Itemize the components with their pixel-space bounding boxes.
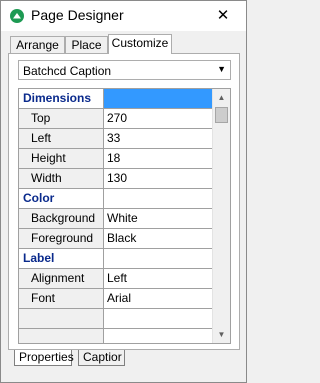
property-row-foreground[interactable]: Foreground Black bbox=[19, 229, 212, 249]
section-dimensions[interactable]: Dimensions bbox=[19, 89, 212, 109]
property-grid: Dimensions Top 270 Left 33 Height 18 Wid… bbox=[18, 88, 231, 344]
bottom-tab-bar: Properties Captior bbox=[8, 350, 240, 368]
property-value: White bbox=[107, 211, 138, 225]
property-name: Foreground bbox=[31, 231, 94, 245]
app-logo-icon bbox=[10, 9, 24, 23]
property-name: Height bbox=[31, 151, 66, 165]
property-row-font[interactable]: Font Arial bbox=[19, 289, 212, 309]
section-value-cell bbox=[104, 89, 212, 108]
section-value-cell bbox=[104, 249, 212, 268]
tab-place[interactable]: Place bbox=[65, 36, 108, 53]
property-row-top[interactable]: Top 270 bbox=[19, 109, 212, 129]
section-label-group[interactable]: Label bbox=[19, 249, 212, 269]
title-bar: Page Designer ✕ bbox=[1, 1, 246, 31]
scroll-up-arrow-icon[interactable]: ▲ bbox=[213, 89, 230, 106]
property-value: 130 bbox=[107, 171, 128, 185]
chevron-down-icon: ▼ bbox=[217, 64, 226, 74]
property-value: Black bbox=[107, 231, 137, 245]
property-value: 270 bbox=[107, 111, 128, 125]
property-value: 18 bbox=[107, 151, 121, 165]
property-name: Left bbox=[31, 131, 52, 145]
scrollbar-thumb[interactable] bbox=[215, 107, 228, 123]
property-name: Alignment bbox=[31, 271, 85, 285]
property-value: Left bbox=[107, 271, 128, 285]
object-selector-dropdown[interactable]: Batchcd Caption ▼ bbox=[18, 60, 231, 80]
section-color[interactable]: Color bbox=[19, 189, 212, 209]
property-row-alignment[interactable]: Alignment Left bbox=[19, 269, 212, 289]
window-title: Page Designer bbox=[31, 7, 124, 23]
property-row-background[interactable]: Background White bbox=[19, 209, 212, 229]
property-row-height[interactable]: Height 18 bbox=[19, 149, 212, 169]
tab-captions[interactable]: Captior bbox=[78, 350, 125, 366]
property-name: Width bbox=[31, 171, 62, 185]
property-grid-rows: Dimensions Top 270 Left 33 Height 18 Wid… bbox=[19, 89, 212, 343]
property-name: Background bbox=[31, 211, 96, 225]
tab-properties[interactable]: Properties bbox=[14, 350, 74, 366]
section-value-cell bbox=[104, 189, 212, 208]
object-selector-value: Batchcd Caption bbox=[23, 64, 112, 78]
page-designer-window: Page Designer ✕ Arrange Place Customize … bbox=[0, 0, 247, 383]
customize-panel: Batchcd Caption ▼ Dimensions Top 270 Lef… bbox=[8, 53, 240, 350]
property-row-width[interactable]: Width 130 bbox=[19, 169, 212, 189]
empty-row bbox=[19, 309, 212, 329]
property-name: Top bbox=[31, 111, 51, 125]
property-name: Font bbox=[31, 291, 56, 305]
tab-customize[interactable]: Customize bbox=[108, 34, 172, 54]
property-value: Arial bbox=[107, 291, 132, 305]
tab-arrange[interactable]: Arrange bbox=[10, 36, 65, 53]
close-button[interactable]: ✕ bbox=[200, 1, 246, 31]
section-label: Label bbox=[23, 251, 55, 265]
tab-bar: Arrange Place Customize bbox=[8, 34, 240, 54]
vertical-scrollbar[interactable]: ▲ ▼ bbox=[212, 89, 230, 343]
property-row-left[interactable]: Left 33 bbox=[19, 129, 212, 149]
section-label: Color bbox=[23, 191, 55, 205]
scroll-down-arrow-icon[interactable]: ▼ bbox=[213, 326, 230, 343]
property-value: 33 bbox=[107, 131, 121, 145]
section-label: Dimensions bbox=[23, 91, 92, 105]
empty-row bbox=[19, 329, 212, 343]
